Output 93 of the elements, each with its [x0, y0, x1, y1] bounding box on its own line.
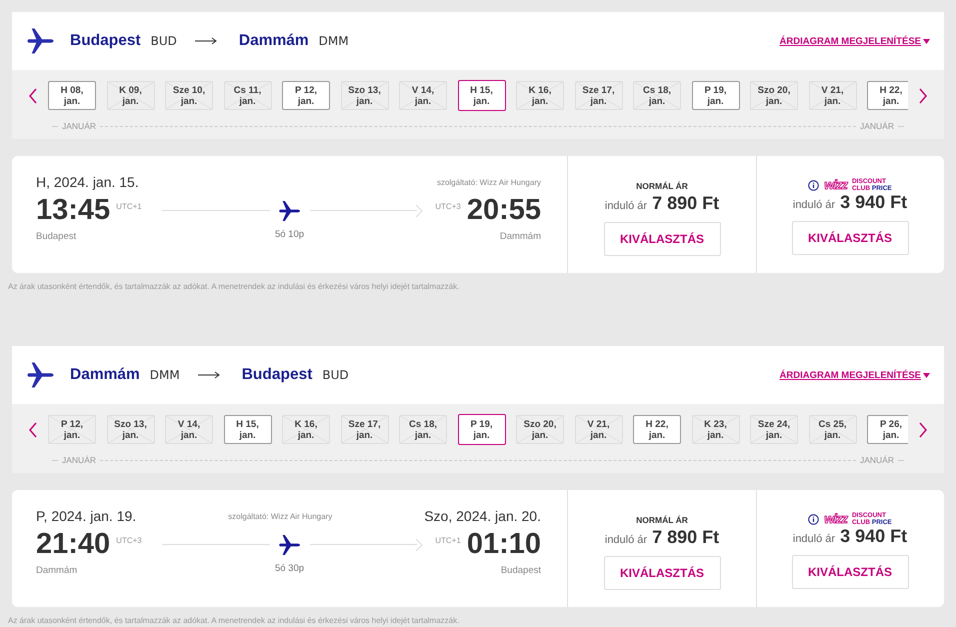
operator-label: szolgáltató: Wizz Air Hungary	[436, 178, 541, 186]
flight-duration: 5ó 10p	[274, 228, 304, 240]
date-option[interactable]: H 08, jan.	[48, 81, 96, 110]
origin-code: DMM	[150, 368, 180, 382]
fare-price: 7 890 Ft	[652, 527, 720, 548]
date-option[interactable]: Cs 25, jan.	[808, 415, 856, 444]
destination-code: BUD	[322, 368, 349, 382]
date-option[interactable]: K 23, jan.	[692, 415, 740, 444]
fare-price: 7 890 Ft	[652, 193, 720, 214]
fare-label: NORMÁL ÁR	[636, 181, 688, 193]
fare-label: NORMÁL ÁR	[636, 515, 688, 527]
date-option[interactable]: H 15, jan.	[458, 80, 506, 111]
operator-label: szolgáltató: Wizz Air Hungary	[228, 512, 332, 520]
origin-city: Budapest	[70, 32, 141, 50]
price-chart-link[interactable]: ÁRDIAGRAM MEGJELENÍTÉSE	[780, 36, 930, 46]
price-note: Az árak utasonként értendők, és tartalmazzák az adókat. A menetrendek az indulási és érkezési város helyi idejét tartalmazzák.	[8, 616, 460, 625]
select-button[interactable]: KIVÁLASZTÁS	[792, 555, 908, 589]
arrow-icon	[198, 371, 220, 379]
plane-icon	[26, 26, 56, 56]
date-option[interactable]: K 09, jan.	[106, 81, 154, 110]
date-option[interactable]: Sze 17, jan.	[340, 415, 388, 444]
club-price: 3 940 Ft	[840, 526, 908, 547]
departure-date: P, 2024. jan. 19.	[36, 508, 136, 524]
date-option[interactable]: V 21, jan.	[574, 415, 622, 444]
caret-icon	[923, 372, 930, 378]
date-option[interactable]: P 12, jan.	[282, 81, 330, 110]
date-option[interactable]: Szo 20, jan.	[750, 81, 798, 110]
arrival-city: Dammám	[500, 231, 541, 242]
date-option[interactable]: P 26, jan.	[867, 415, 908, 444]
select-button[interactable]: KIVÁLASZTÁS	[604, 556, 720, 590]
departure-time: 13:45	[36, 194, 110, 227]
select-button[interactable]: KIVÁLASZTÁS	[792, 221, 908, 255]
date-option[interactable]: Szo 13, jan.	[340, 81, 388, 110]
date-option[interactable]: P 12, jan.	[48, 415, 96, 444]
date-option[interactable]: K 16, jan.	[516, 81, 564, 110]
destination-city: Dammám	[238, 32, 309, 50]
price-prefix: induló ár	[604, 200, 648, 212]
month-label: JANUÁR	[62, 455, 96, 465]
plane-icon	[278, 532, 302, 556]
date-option[interactable]: V 21, jan.	[808, 81, 856, 110]
origin-city: Dammám	[70, 366, 140, 384]
departure-time: 21:40	[36, 528, 110, 561]
date-option[interactable]: Cs 18, jan.	[633, 81, 681, 110]
price-prefix: induló ár	[792, 533, 836, 545]
price-prefix: induló ár	[604, 534, 648, 546]
date-option[interactable]: Sze 10, jan.	[165, 81, 213, 110]
timezone-label: UTC+1	[116, 202, 142, 211]
arrival-time: 01:10	[466, 528, 541, 561]
plane-icon	[278, 198, 302, 222]
date-option[interactable]: H 22, jan.	[633, 415, 681, 444]
club-price: 3 940 Ft	[840, 192, 908, 213]
arrowhead-icon	[415, 538, 424, 552]
price-note: Az árak utasonként értendők, és tartalmazzák az adókat. A menetrendek az indulási és érkezési város helyi idejét tartalmazzák.	[8, 282, 460, 291]
date-option[interactable]: V 14, jan.	[399, 81, 447, 110]
price-prefix: induló ár	[792, 199, 836, 211]
select-button[interactable]: KIVÁLASZTÁS	[604, 222, 720, 256]
date-option[interactable]: Szo 20, jan.	[516, 415, 564, 444]
date-option[interactable]: H 22, jan.	[867, 81, 908, 110]
plane-icon	[26, 360, 56, 390]
flight-duration: 5ó 30p	[274, 562, 304, 574]
date-option[interactable]: Cs 11, jan.	[224, 81, 272, 110]
info-icon[interactable]	[808, 180, 820, 190]
month-label: JANUÁR	[62, 121, 96, 131]
date-option[interactable]: H 15, jan.	[224, 415, 272, 444]
club-logo: wizz	[824, 513, 847, 525]
club-logo: wizz	[824, 179, 847, 191]
departure-date: H, 2024. jan. 15.	[36, 174, 139, 190]
date-option[interactable]: P 19, jan.	[692, 81, 740, 110]
date-option[interactable]: V 14, jan.	[165, 415, 213, 444]
arrow-icon	[194, 37, 217, 45]
destination-city: Budapest	[242, 366, 312, 384]
date-option[interactable]: Cs 18, jan.	[399, 415, 447, 444]
date-option[interactable]: Szo 13, jan.	[106, 415, 154, 444]
arrival-date: Szo, 2024. jan. 20.	[424, 508, 541, 524]
date-option[interactable]: K 16, jan.	[282, 415, 330, 444]
departure-city: Budapest	[36, 231, 76, 242]
departure-city: Dammám	[36, 565, 78, 576]
arrival-city: Budapest	[500, 565, 541, 576]
date-option[interactable]: P 19, jan.	[458, 414, 506, 445]
info-icon[interactable]	[808, 514, 820, 524]
timezone-label: UTC+1	[435, 536, 461, 545]
caret-icon	[923, 38, 930, 44]
date-option[interactable]: Sze 17, jan.	[574, 81, 622, 110]
month-label: JANUÁR	[860, 455, 894, 465]
price-chart-link[interactable]: ÁRDIAGRAM MEGJELENÍTÉSE	[780, 370, 930, 380]
destination-code: DMM	[318, 34, 349, 48]
month-label: JANUÁR	[860, 121, 894, 131]
timezone-label: UTC+3	[116, 536, 142, 545]
arrival-time: 20:55	[466, 194, 541, 227]
timezone-label: UTC+3	[435, 202, 461, 211]
date-option[interactable]: Sze 24, jan.	[750, 415, 798, 444]
origin-code: BUD	[150, 34, 177, 48]
arrowhead-icon	[415, 204, 424, 218]
